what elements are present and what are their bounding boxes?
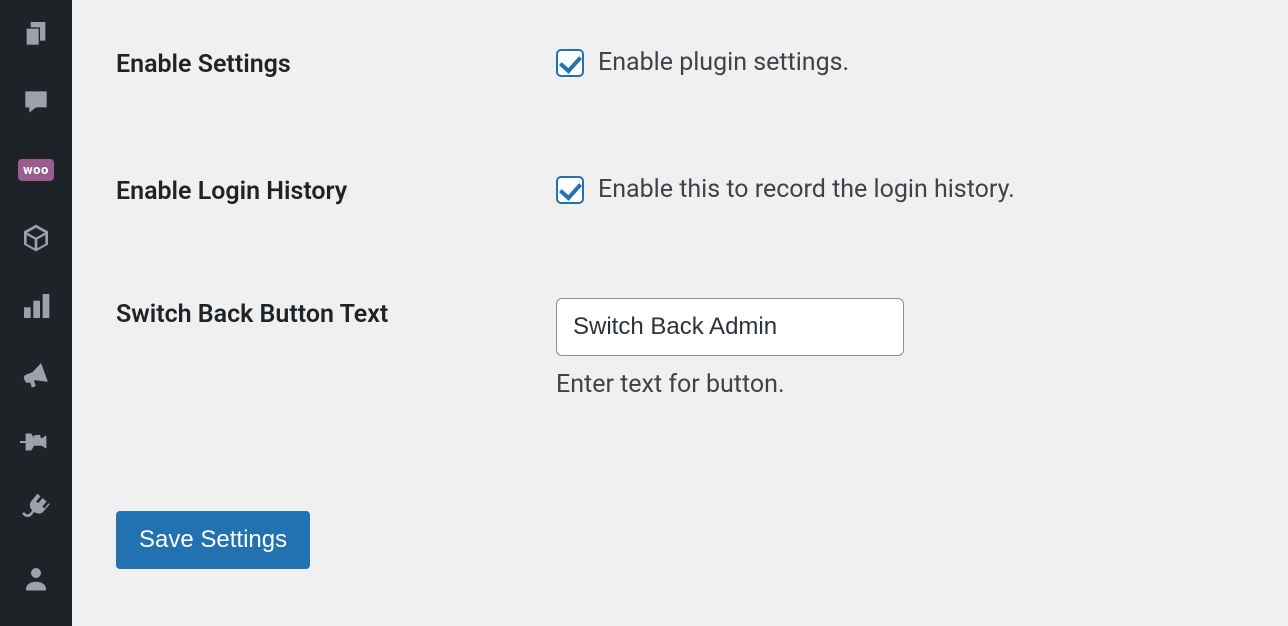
sidebar-item-comments[interactable]: [0, 68, 72, 136]
user-icon: [21, 563, 51, 593]
enable-settings-checkbox[interactable]: [556, 49, 584, 77]
label-enable-settings: Enable Settings: [116, 48, 556, 79]
sidebar-item-products[interactable]: [0, 204, 72, 272]
sidebar-item-users[interactable]: [0, 544, 72, 612]
sidebar-item-plugins[interactable]: [0, 476, 72, 544]
box-icon: [20, 222, 52, 254]
label-switch-back-button-text: Switch Back Button Text: [116, 298, 556, 329]
settings-form: Enable Settings Enable plugin settings. …: [72, 0, 1288, 569]
row-switch-back-button-text: Switch Back Button Text Enter text for b…: [116, 206, 1244, 399]
pin-icon: [20, 426, 52, 458]
sidebar-item-marketing[interactable]: [0, 340, 72, 408]
enable-login-history-description: Enable this to record the login history.: [598, 175, 1015, 204]
stats-icon: [20, 290, 52, 322]
save-row: Save Settings: [116, 399, 1244, 569]
sidebar-item-pages[interactable]: [0, 0, 72, 68]
enable-settings-description: Enable plugin settings.: [598, 48, 849, 77]
enable-login-history-checkbox[interactable]: [556, 176, 584, 204]
sidebar-item-woocommerce[interactable]: woo: [0, 136, 72, 204]
sidebar-item-appearance[interactable]: [0, 408, 72, 476]
layers-icon: [20, 18, 52, 50]
switch-back-help-text: Enter text for button.: [556, 370, 904, 399]
row-enable-login-history: Enable Login History Enable this to reco…: [116, 79, 1244, 206]
row-enable-settings: Enable Settings Enable plugin settings.: [116, 0, 1244, 79]
save-settings-button[interactable]: Save Settings: [116, 511, 310, 569]
comment-icon: [20, 86, 52, 118]
switch-back-button-text-input[interactable]: [556, 298, 904, 356]
woocommerce-icon: woo: [18, 159, 54, 181]
admin-sidebar: woo: [0, 0, 72, 626]
checkbox-line-enable-login-history[interactable]: Enable this to record the login history.: [556, 175, 1015, 204]
sidebar-item-analytics[interactable]: [0, 272, 72, 340]
sidebar-menu: woo: [0, 0, 72, 612]
checkbox-line-enable-settings[interactable]: Enable plugin settings.: [556, 48, 849, 77]
label-enable-login-history: Enable Login History: [116, 175, 556, 206]
plugin-icon: [20, 494, 52, 526]
megaphone-icon: [19, 357, 53, 391]
